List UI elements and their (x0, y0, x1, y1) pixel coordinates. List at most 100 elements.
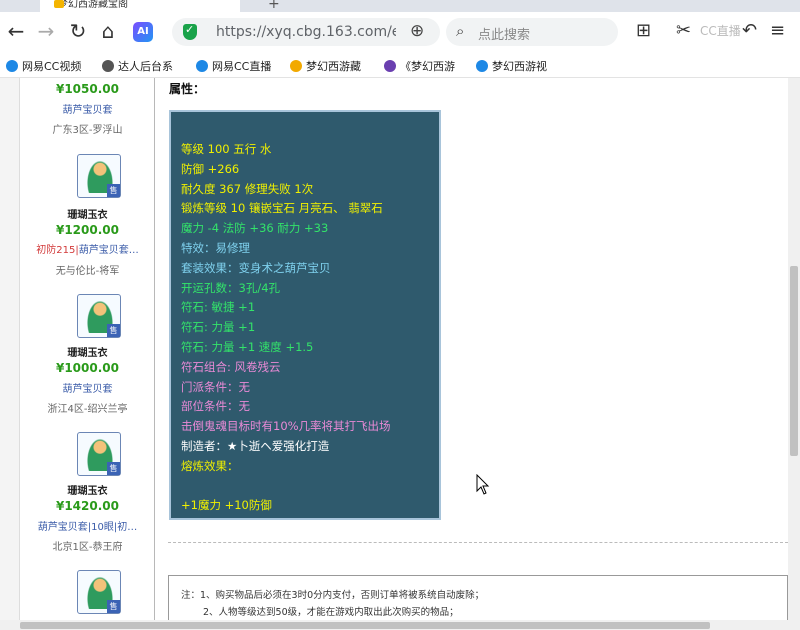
attr-line: 部位条件：无 (181, 399, 250, 414)
notice-line-1: 注：1、购买物品后必须在3时0分内支付，否则订单将被系统自动废除； (181, 590, 485, 601)
divider (168, 542, 788, 543)
bookmark-4[interactable]: 梦幻西游藏 (290, 58, 374, 74)
shield-icon (183, 23, 197, 40)
notice-line-2: 2、人物等级达到50级，才能在游戏内取出此次购买的物品； (203, 607, 459, 618)
browser-tab[interactable]: 梦幻西游藏宝阁 (40, 0, 240, 12)
attr-line: 套装效果：变身术之葫芦宝贝 (181, 260, 331, 275)
tab-title: 梦幻西游藏宝阁 (58, 0, 128, 10)
page-content: ¥1050.00 葫芦宝贝套 广东3区-罗浮山 售 珊瑚玉衣 ¥1200.00 … (0, 78, 788, 626)
item-server: 北京1区-恭王府 (52, 542, 123, 553)
horizontal-scrollbar[interactable] (0, 620, 800, 630)
sell-badge: 售 (107, 462, 120, 475)
attr-line: 符石: 力量 +1 速度 +1.5 (181, 339, 314, 354)
zoom-icon[interactable]: ⊕ (410, 21, 424, 41)
attr-line: +1魔力 +10防御 (181, 498, 272, 513)
item-tag-prefix: 初防215| (36, 245, 79, 256)
attr-line: 符石: 敏捷 +1 (181, 300, 256, 315)
vertical-scroll-thumb[interactable] (790, 266, 798, 456)
item-tag-text: 葫芦宝贝套… (78, 245, 139, 256)
item-tags[interactable]: 初防215|葫芦宝贝套… (20, 241, 155, 256)
attr-line-blank (181, 477, 429, 497)
bookmark-5-label: 《梦幻西游 (400, 60, 455, 73)
attr-line: 锻炼等级 10 镶嵌宝石 月亮石、 翡翠石 (181, 201, 383, 216)
item-price: ¥1000.00 (55, 361, 119, 375)
attr-line: 开运孔数：3孔/4孔 (181, 280, 281, 295)
bookmarks-bar: 网易CC视频 达人后台系 网易CC直播 梦幻西游藏 《梦幻西游 梦幻西游视 (0, 52, 800, 78)
grid-apps-icon[interactable]: ⊞ (636, 20, 651, 41)
item-thumbnail[interactable]: 售 (77, 432, 121, 476)
back-arrow-icon[interactable]: ← (4, 20, 28, 44)
sell-badge: 售 (107, 324, 120, 337)
attribute-heading: 属性： (169, 82, 206, 96)
tab-strip: 梦幻西游藏宝阁 + (0, 0, 800, 12)
bookmark-5[interactable]: 《梦幻西游 (384, 58, 466, 74)
attr-line: 制造者：★卜逝ヘ爱强化打造 (181, 438, 330, 453)
ai-label: AI (137, 26, 149, 37)
item-price: ¥1420.00 (55, 499, 119, 513)
reload-icon[interactable]: ↻ (66, 20, 90, 44)
search-icon: ⌕ (456, 22, 465, 40)
mouse-cursor-icon (476, 474, 490, 495)
attr-line: 特效：易修理 (181, 240, 250, 255)
bookmark-2-label: 达人后台系 (118, 60, 173, 73)
watermark-text: CC直播 (700, 24, 741, 38)
menu-icon[interactable]: ≡ (770, 20, 785, 41)
item-name[interactable]: 珊瑚玉衣 (20, 206, 155, 221)
undo-icon[interactable]: ↶ (742, 20, 757, 41)
address-bar[interactable]: https://xyq.cbg.163.com/ec ⊕ (172, 18, 440, 46)
attr-line: 魔力 -4 法防 +36 耐力 +33 (181, 221, 329, 236)
purchase-notice: 注：1、购买物品后必须在3时0分内支付，否则订单将被系统自动废除； 2、人物等级… (168, 575, 788, 626)
left-rail (0, 78, 20, 626)
attr-line: 熔炼效果： (181, 458, 239, 473)
horizontal-scroll-thumb[interactable] (20, 622, 710, 629)
item-list: ¥1050.00 葫芦宝贝套 广东3区-罗浮山 售 珊瑚玉衣 ¥1200.00 … (20, 78, 155, 626)
bookmark-2[interactable]: 达人后台系 (102, 58, 188, 74)
bookmark-1[interactable]: 网易CC视频 (6, 58, 90, 74)
bookmark-1-label: 网易CC视频 (22, 60, 82, 73)
sell-badge: 售 (107, 184, 120, 197)
item-price: ¥1200.00 (55, 223, 119, 237)
ai-assistant-icon[interactable]: AI (133, 22, 153, 42)
sell-badge: 售 (107, 600, 120, 613)
item-thumbnail[interactable]: 售 (77, 570, 121, 614)
bookmark-3-icon (196, 60, 208, 72)
attribute-panel: 等级 100 五行 水 防御 +266 耐久度 367 修理失败 1次 锻炼等级… (169, 110, 441, 520)
home-icon[interactable]: ⌂ (96, 20, 120, 44)
search-box[interactable]: ⌕ 点此搜索 (446, 18, 618, 46)
item-name[interactable]: 珊瑚玉衣 (20, 344, 155, 359)
item-tags[interactable]: 葫芦宝贝套|10眼|初… (20, 518, 155, 533)
item-tags[interactable]: 葫芦宝贝套 (20, 380, 155, 395)
item-price: ¥1050.00 (55, 82, 119, 96)
bookmark-6-label: 梦幻西游视 (492, 60, 547, 73)
item-name[interactable]: 珊瑚玉衣 (20, 482, 155, 497)
item-server: 广东3区-罗浮山 (52, 125, 123, 136)
bookmark-1-icon (6, 60, 18, 72)
bookmark-4-label: 梦幻西游藏 (306, 60, 361, 73)
attr-line: 符石组合: 风卷残云 (181, 359, 281, 374)
new-tab-icon[interactable]: + (268, 0, 280, 12)
bookmark-6-icon (476, 60, 488, 72)
scissors-icon[interactable]: ✂ (676, 20, 691, 41)
bookmark-6[interactable]: 梦幻西游视 (476, 58, 560, 74)
vertical-scrollbar[interactable] (788, 78, 800, 626)
search-placeholder: 点此搜索 (478, 28, 531, 43)
attr-line: 等级 100 五行 水 (181, 142, 272, 156)
item-tags[interactable]: 葫芦宝贝套 (20, 101, 155, 116)
forward-arrow-icon[interactable]: → (34, 20, 58, 44)
attr-line: 防御 +266 (181, 161, 240, 176)
bookmark-5-icon (384, 60, 396, 72)
url-text: https://xyq.cbg.163.com/ec (216, 24, 396, 40)
bookmark-3-label: 网易CC直播 (212, 60, 272, 73)
item-server: 无与伦比-将军 (55, 266, 120, 277)
attr-line: 符石: 力量 +1 (181, 320, 256, 335)
bookmark-4-icon (290, 60, 302, 72)
item-thumbnail[interactable]: 售 (77, 154, 121, 198)
item-thumbnail[interactable]: 售 (77, 294, 121, 338)
globe-icon (102, 60, 114, 72)
tab-favicon-icon (54, 0, 64, 8)
attr-line: 门派条件：无 (181, 379, 250, 394)
item-server: 浙江4区-绍兴兰亭 (47, 404, 128, 415)
attr-line: 耐久度 367 修理失败 1次 (181, 181, 314, 196)
attr-line: 击倒鬼魂目标时有10%几率将其打飞出场 (181, 419, 391, 434)
bookmark-3[interactable]: 网易CC直播 (196, 58, 282, 74)
